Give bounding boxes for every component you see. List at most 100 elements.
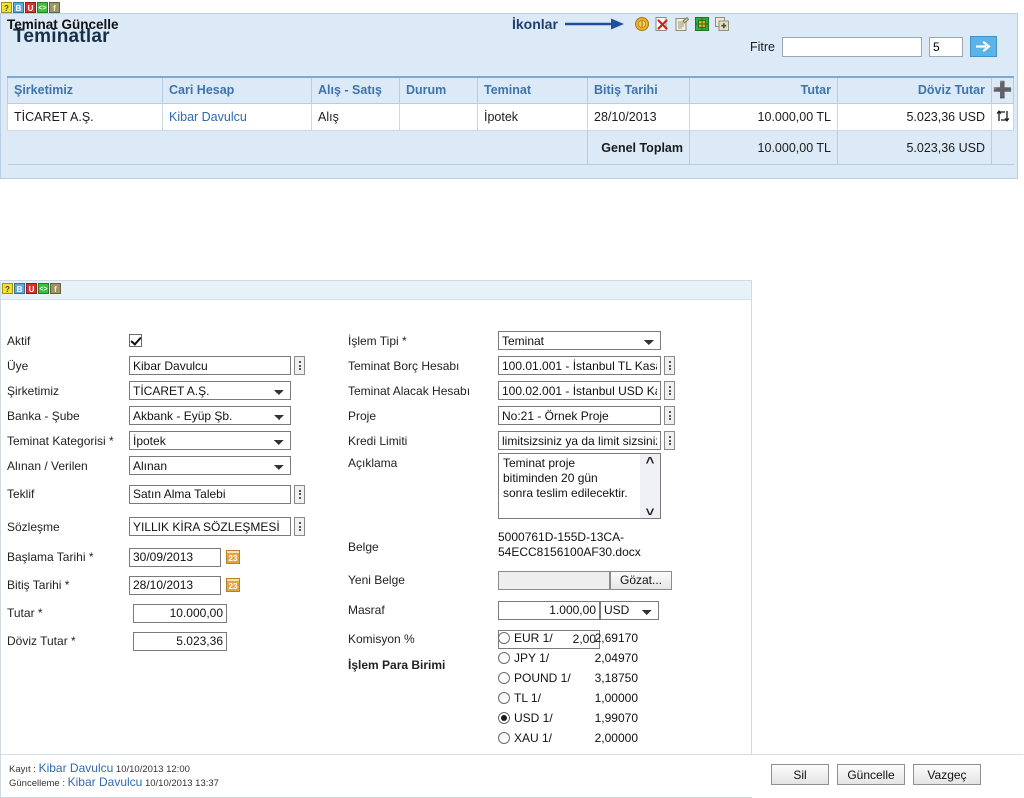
code-icon[interactable]: <> <box>37 1 48 13</box>
filter-input[interactable] <box>782 36 922 57</box>
calendar-icon[interactable]: 23 <box>226 550 240 564</box>
teminat-borc-hesabi-input[interactable] <box>498 356 661 375</box>
lookup-icon[interactable] <box>664 356 675 375</box>
cell-cari-hesap[interactable]: Kibar Davulcu <box>162 103 312 131</box>
filter-label: Fitre <box>750 39 775 54</box>
aktif-checkbox[interactable] <box>129 334 142 347</box>
radio-row-tl[interactable]: TL 1/ 1,00000 <box>498 688 638 708</box>
help-icon[interactable]: ? <box>1 1 12 13</box>
chip-grid-icon[interactable] <box>694 16 710 32</box>
lookup-icon[interactable] <box>294 356 305 375</box>
chevron-up-icon[interactable]: ^ <box>646 455 655 470</box>
code-icon[interactable]: <> <box>38 282 49 294</box>
col-doviz-tutar[interactable]: Döviz Tutar <box>837 76 992 104</box>
total-tutar: 10.000,00 TL <box>689 130 838 165</box>
cancel-button[interactable]: Vazgeç <box>913 764 981 785</box>
col-alis-satis[interactable]: Alış - Satış <box>311 76 400 104</box>
bitis-tarihi-input[interactable] <box>129 575 221 595</box>
proje-input[interactable] <box>498 406 661 425</box>
browse-button[interactable]: Gözat... <box>610 570 672 590</box>
tutar-input[interactable] <box>133 603 227 623</box>
lookup-icon[interactable] <box>294 517 305 536</box>
form-right-column: İşlem Tipi * Teminat Teminat Borç Hesabı… <box>348 328 738 677</box>
add-row-button[interactable]: ➕ <box>991 76 1014 104</box>
coin-icon[interactable] <box>634 16 650 32</box>
teklif-input[interactable] <box>129 484 291 504</box>
radio-row-jpy[interactable]: JPY 1/ 2,04970 <box>498 648 638 668</box>
transfer-arrows-icon <box>996 109 1009 122</box>
underline-icon[interactable]: U <box>26 282 37 294</box>
help-icon[interactable]: ? <box>2 282 13 294</box>
col-sirketimiz[interactable]: Şirketimiz <box>7 76 163 104</box>
kredi-limiti-input[interactable] <box>498 431 661 450</box>
radio-label-eur: EUR 1/ <box>514 631 553 645</box>
masraf-currency-select[interactable]: USD <box>600 600 659 620</box>
islem-tipi-select[interactable]: Teminat <box>498 331 661 350</box>
aciklama-textarea[interactable]: Teminat proje bitiminden 20 gün sonra te… <box>498 453 661 519</box>
lookup-icon[interactable] <box>664 431 675 450</box>
col-teminat[interactable]: Teminat <box>477 76 588 104</box>
label-teklif: Teklif <box>7 487 35 501</box>
label-banka-sube: Banka - Şube <box>7 408 80 423</box>
facebook-icon[interactable]: f <box>49 1 60 13</box>
total-blank-6 <box>991 130 1014 165</box>
lookup-icon[interactable] <box>664 381 675 400</box>
radio-eur[interactable] <box>498 632 510 644</box>
edit-document-icon[interactable] <box>674 16 690 32</box>
update-button[interactable]: Güncelle <box>837 764 905 785</box>
lookup-icon[interactable] <box>664 406 675 425</box>
uye-input[interactable] <box>129 356 291 375</box>
delete-document-icon[interactable] <box>654 16 670 32</box>
banka-sube-select[interactable]: Akbank - Eyüp Şb. <box>129 406 291 425</box>
col-bitis-tarihi[interactable]: Bitiş Tarihi <box>587 76 690 104</box>
radio-rate-eur: 2,69170 <box>594 631 638 645</box>
file-path-field[interactable] <box>498 570 610 590</box>
teminat-alacak-hesabi-input[interactable] <box>498 381 661 400</box>
col-cari-hesap[interactable]: Cari Hesap <box>162 76 312 104</box>
sirketimiz-select[interactable]: TİCARET A.Ş. <box>129 381 291 400</box>
radio-row-xau[interactable]: XAU 1/ 2,00000 <box>498 728 638 748</box>
radio-pound[interactable] <box>498 672 510 684</box>
radio-label-jpy: JPY 1/ <box>514 651 550 665</box>
radio-row-pound[interactable]: POUND 1/ 3,18750 <box>498 668 638 688</box>
radio-tl[interactable] <box>498 692 510 704</box>
table-row[interactable]: TİCARET A.Ş. Kibar Davulcu Alış İpotek 2… <box>7 103 1014 131</box>
col-durum[interactable]: Durum <box>399 76 478 104</box>
lookup-icon[interactable] <box>294 484 305 504</box>
radio-usd[interactable] <box>498 712 510 724</box>
filter-count-input[interactable] <box>929 36 963 57</box>
sozlesme-input[interactable] <box>129 517 291 536</box>
doviz-tutar-input[interactable] <box>133 631 227 651</box>
radio-rate-jpy: 2,04970 <box>594 651 638 665</box>
facebook-icon[interactable]: f <box>50 282 61 294</box>
footer-buttons: Sil Güncelle Vazgeç <box>771 764 981 785</box>
cell-bitis-tarihi: 28/10/2013 <box>587 103 690 131</box>
label-islem-tipi: İşlem Tipi * <box>348 333 407 348</box>
radio-jpy[interactable] <box>498 652 510 664</box>
field-bitis-tarihi: Bitiş Tarihi * 23 <box>7 571 317 599</box>
chevron-down-icon[interactable]: ^ <box>646 501 655 518</box>
belge-filename: 5000761D-155D-13CA-54ECC8156100AF30.docx <box>498 530 641 559</box>
copy-window-icon[interactable] <box>714 16 730 32</box>
calendar-icon[interactable]: 23 <box>226 578 240 592</box>
filter-go-button[interactable] <box>970 36 997 57</box>
bold-icon[interactable]: B <box>13 1 24 13</box>
masraf-input[interactable] <box>498 600 600 620</box>
label-teminat-kategorisi: Teminat Kategorisi * <box>7 433 114 448</box>
radio-row-eur[interactable]: EUR 1/ 2,69170 <box>498 628 638 648</box>
radio-xau[interactable] <box>498 732 510 744</box>
alinan-verilen-select[interactable]: Alınan <box>129 456 291 475</box>
total-label: Genel Toplam <box>587 130 690 165</box>
arrow-right-icon <box>976 40 991 53</box>
aciklama-scrollbar[interactable]: ^ ^ <box>640 454 660 518</box>
label-baslama-tarihi: Başlama Tarihi * <box>7 550 94 564</box>
baslama-tarihi-input[interactable] <box>129 547 221 567</box>
bold-icon[interactable]: B <box>14 282 25 294</box>
teminat-kategorisi-select[interactable]: İpotek <box>129 431 291 450</box>
radio-row-usd[interactable]: USD 1/ 1,99070 <box>498 708 638 728</box>
col-tutar[interactable]: Tutar <box>689 76 838 104</box>
label-aktif: Aktif <box>7 333 31 348</box>
underline-icon[interactable]: U <box>25 1 36 13</box>
row-transfer-button[interactable] <box>991 103 1014 131</box>
delete-button[interactable]: Sil <box>771 764 829 785</box>
